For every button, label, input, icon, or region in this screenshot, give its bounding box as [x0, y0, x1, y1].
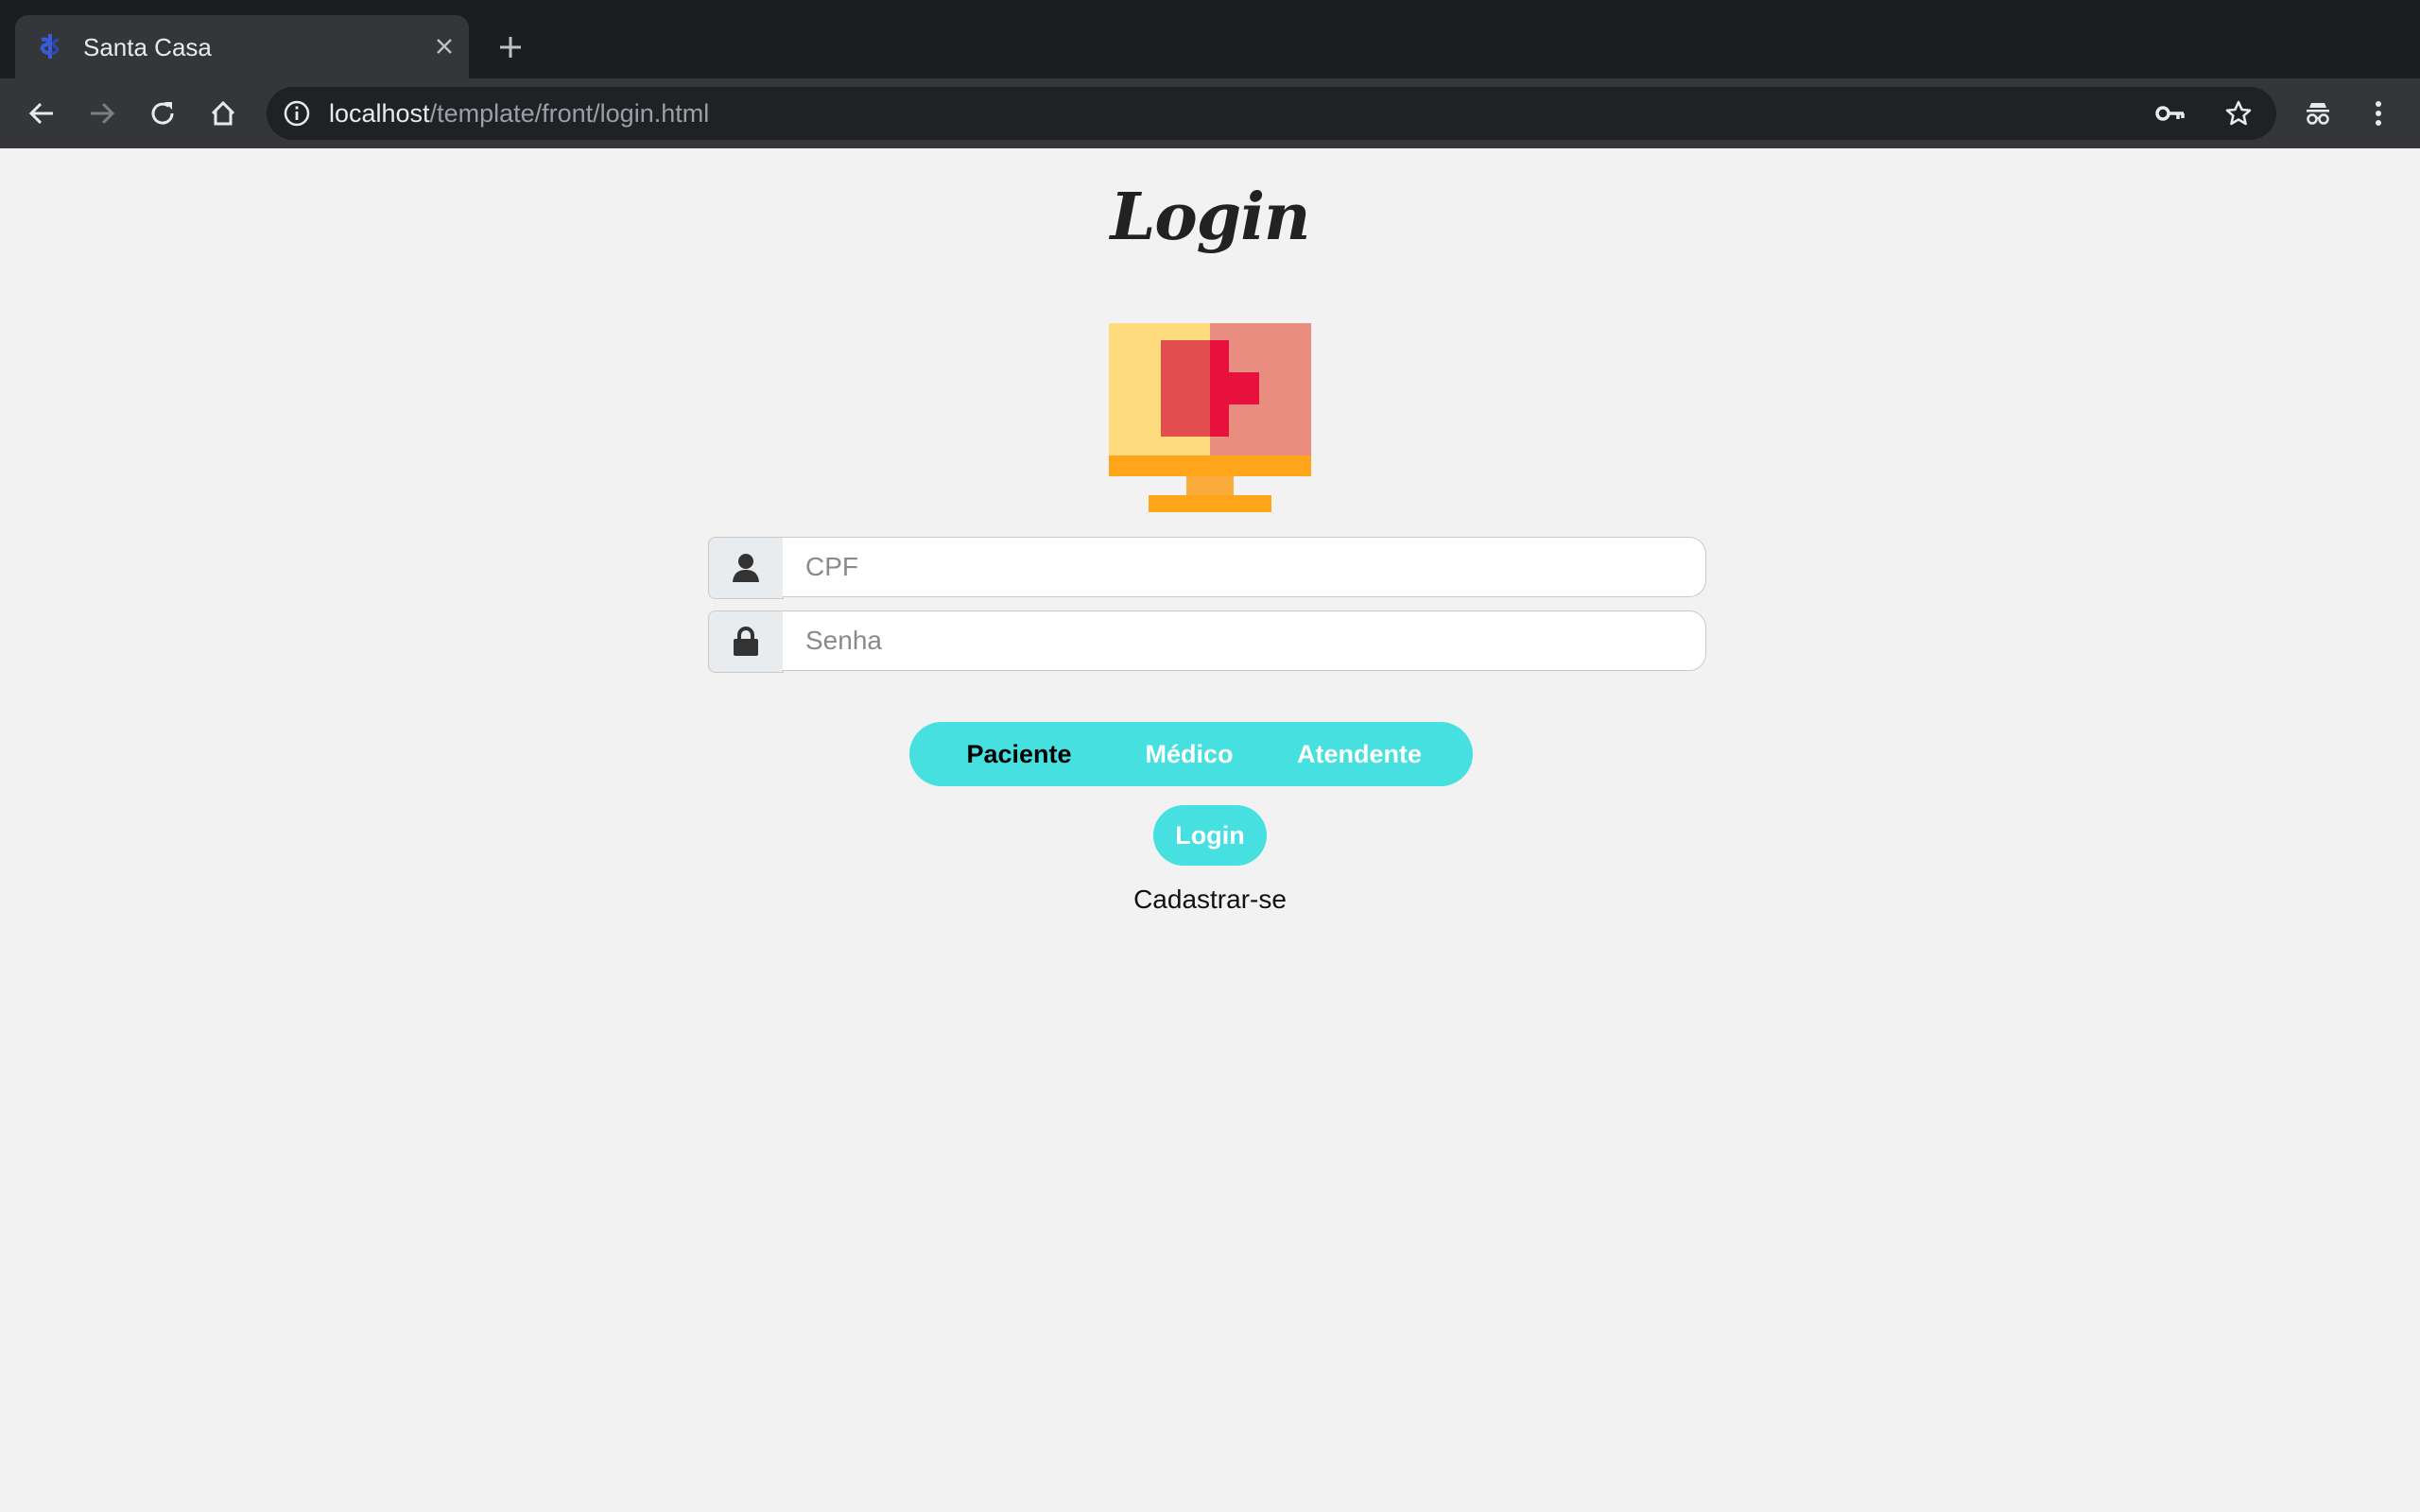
home-button[interactable]: [204, 94, 242, 132]
address-bar[interactable]: localhost/template/front/login.html: [267, 87, 2276, 140]
role-selector: Paciente Médico Atendente: [909, 722, 1473, 786]
url-host: localhost: [329, 99, 430, 128]
new-tab-button[interactable]: [492, 28, 529, 66]
browser-tab[interactable]: Santa Casa: [15, 15, 469, 78]
signup-link-text[interactable]: Cadastrar-se: [1133, 885, 1287, 914]
home-icon: [211, 100, 235, 126]
lock-icon: [708, 610, 784, 673]
reload-icon: [151, 102, 174, 125]
cpf-field[interactable]: [783, 537, 1706, 597]
role-option-medico[interactable]: Médico: [1104, 722, 1274, 786]
url-path: /template/front/login.html: [429, 99, 710, 128]
cpf-input[interactable]: [783, 538, 1705, 596]
caduceus-icon: [36, 32, 64, 60]
login-button[interactable]: Login: [1153, 805, 1267, 866]
tab-title: Santa Casa: [83, 33, 212, 61]
reload-button[interactable]: [144, 94, 182, 132]
info-icon[interactable]: [284, 100, 310, 127]
role-option-atendente[interactable]: Atendente: [1274, 722, 1444, 786]
password-input[interactable]: [783, 611, 1705, 670]
key-icon[interactable]: [2155, 98, 2186, 129]
arrow-left-icon: [28, 102, 53, 125]
medical-monitor-icon: [1109, 323, 1311, 512]
address-url[interactable]: localhost/template/front/login.html: [329, 97, 709, 129]
incognito-icon[interactable]: [2299, 94, 2337, 132]
user-icon: [708, 537, 784, 599]
star-icon[interactable]: [2223, 98, 2254, 129]
role-option-paciente[interactable]: Paciente: [934, 722, 1104, 786]
password-field[interactable]: [783, 610, 1706, 671]
plus-icon: [500, 37, 521, 58]
more-menu-icon[interactable]: [2360, 94, 2397, 132]
browser-tabstrip: Santa Casa: [0, 0, 2420, 78]
cpf-input-group: [708, 537, 1710, 599]
page-title: Login: [1110, 180, 1311, 255]
close-icon[interactable]: [431, 33, 458, 60]
signup-link: Cadastrar-se: [0, 885, 2420, 915]
forward-button[interactable]: [83, 94, 121, 132]
password-input-group: [708, 610, 1710, 673]
back-button[interactable]: [23, 94, 60, 132]
browser-toolbar: localhost/template/front/login.html: [0, 78, 2420, 148]
arrow-right-icon: [91, 102, 115, 125]
